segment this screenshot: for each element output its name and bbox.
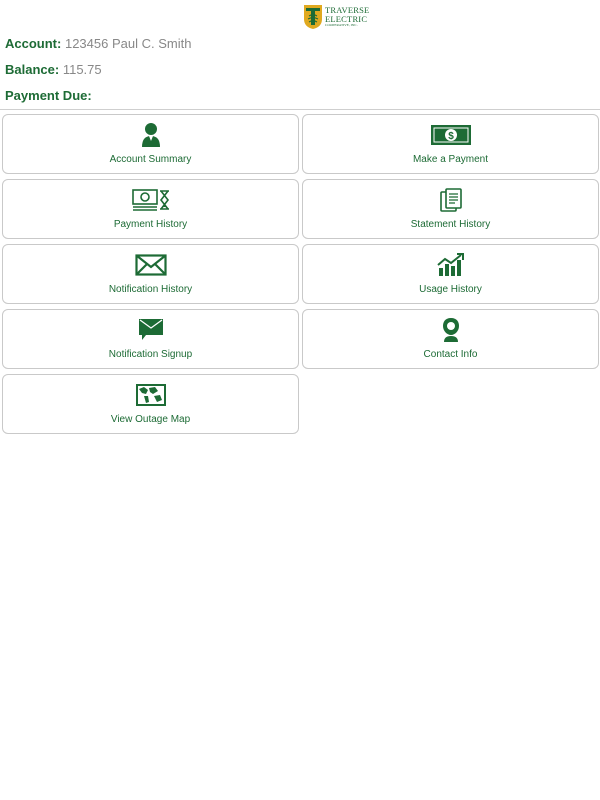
payment-history-button[interactable]: Payment History xyxy=(2,179,299,239)
make-a-payment-button[interactable]: $ Make a Payment xyxy=(302,114,599,174)
money-history-icon xyxy=(131,187,170,213)
documents-icon xyxy=(439,187,462,213)
tile-label: Account Summary xyxy=(109,154,192,165)
envelope-icon xyxy=(134,252,167,278)
statement-history-button[interactable]: Statement History xyxy=(302,179,599,239)
notification-signup-button[interactable]: Notification Signup xyxy=(2,309,299,369)
tile-label: Notification Signup xyxy=(108,349,193,360)
logo-mark-icon xyxy=(304,5,322,29)
traverse-electric-logo: TRAVERSE ELECTRIC COOPERATIVE, INC. xyxy=(303,3,373,31)
header-divider xyxy=(0,109,600,110)
account-info: Account: 123456 Paul C. Smith xyxy=(5,36,191,51)
cash-icon: $ xyxy=(430,122,471,148)
contact-info-button[interactable]: Contact Info xyxy=(302,309,599,369)
svg-text:$: $ xyxy=(448,131,454,142)
usage-history-button[interactable]: Usage History xyxy=(302,244,599,304)
tile-label: View Outage Map xyxy=(110,414,191,425)
notification-history-button[interactable]: Notification History xyxy=(2,244,299,304)
message-envelope-icon xyxy=(138,317,164,343)
tile-label: Usage History xyxy=(419,284,482,295)
view-outage-map-button[interactable]: View Outage Map xyxy=(2,374,299,434)
logo-line2: ELECTRIC xyxy=(325,13,368,24)
balance-label: Balance: xyxy=(5,62,60,77)
balance-info: Balance: 115.75 xyxy=(5,62,102,77)
tile-label: Contact Info xyxy=(423,349,478,360)
map-icon xyxy=(135,382,166,408)
account-value: 123456 Paul C. Smith xyxy=(64,36,192,51)
tile-label: Make a Payment xyxy=(412,154,489,165)
account-summary-button[interactable]: Account Summary xyxy=(2,114,299,174)
contact-person-icon xyxy=(441,317,461,343)
balance-value: 115.75 xyxy=(62,62,102,77)
chart-growth-icon xyxy=(436,252,465,278)
payment-due-info: Payment Due: xyxy=(5,88,92,103)
logo-line3: COOPERATIVE, INC. xyxy=(325,23,358,28)
tile-label: Notification History xyxy=(108,284,193,295)
tile-label: Payment History xyxy=(113,219,188,230)
payment-due-label: Payment Due: xyxy=(5,88,92,103)
account-label: Account: xyxy=(5,36,62,51)
person-icon xyxy=(140,122,162,148)
tile-label: Statement History xyxy=(410,219,491,230)
